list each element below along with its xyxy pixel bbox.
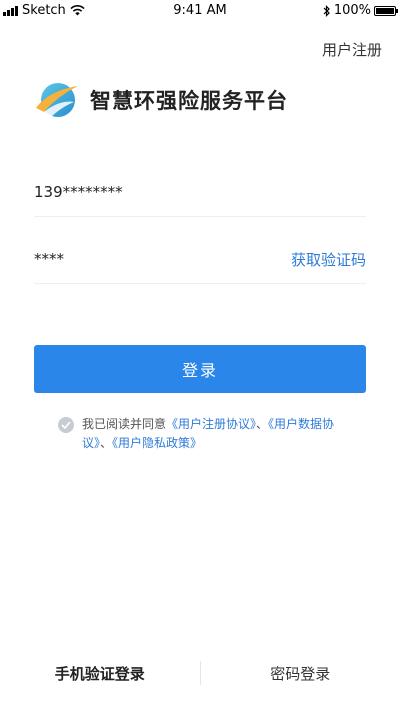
bluetooth-icon — [323, 4, 330, 17]
agreement: 我已阅读并同意《用户注册协议》、《用户数据协议》、《用户隐私政策》 — [58, 415, 348, 453]
agreement-separator: 、 — [100, 436, 113, 450]
code-field[interactable]: **** 获取验证码 — [34, 235, 366, 284]
battery-percent: 100% — [333, 3, 371, 18]
phone-value: 139******** — [34, 183, 123, 201]
globe-swoosh-logo-icon — [36, 83, 78, 118]
privacy-policy-link[interactable]: 《用户隐私政策》 — [112, 436, 202, 450]
battery-icon — [374, 5, 398, 16]
brand-header: 智慧环强险服务平台 — [34, 80, 288, 120]
phone-field[interactable]: 139******** — [34, 168, 366, 217]
tab-password-login[interactable]: 密码登录 — [201, 663, 400, 684]
agreement-separator: 、 — [256, 417, 269, 431]
check-icon[interactable] — [58, 417, 74, 433]
agreement-text: 我已阅读并同意《用户注册协议》、《用户数据协议》、《用户隐私政策》 — [82, 415, 348, 453]
status-bar: Sketch 9:41 AM 100% — [0, 0, 400, 22]
status-right: 100% — [323, 3, 398, 18]
login-button[interactable]: 登录 — [34, 345, 366, 393]
agreement-prefix: 我已阅读并同意 — [82, 417, 167, 431]
login-mode-tabs: 手机验证登录 密码登录 — [0, 656, 400, 690]
tab-sms-login[interactable]: 手机验证登录 — [0, 663, 200, 684]
get-code-button[interactable]: 获取验证码 — [291, 249, 366, 270]
register-link[interactable]: 用户注册 — [322, 39, 382, 60]
register-agreement-link[interactable]: 《用户注册协议》 — [166, 417, 256, 431]
code-value: **** — [34, 250, 64, 268]
brand-title: 智慧环强险服务平台 — [90, 89, 288, 113]
